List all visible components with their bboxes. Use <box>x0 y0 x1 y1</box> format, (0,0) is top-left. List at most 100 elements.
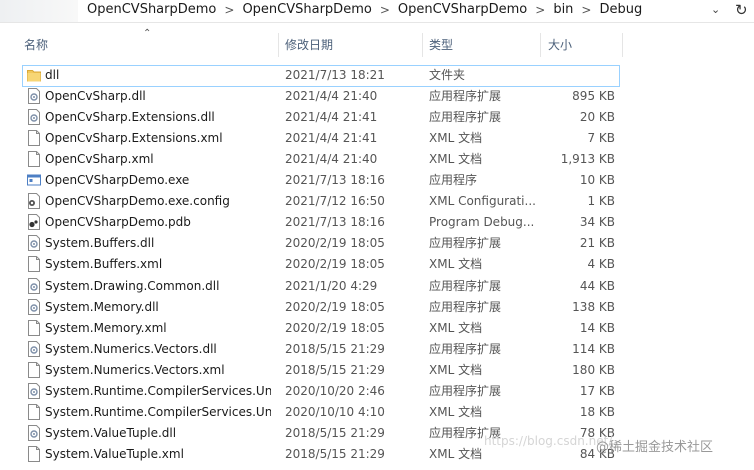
xml-icon <box>27 319 41 336</box>
file-size: 114 KB <box>572 341 615 356</box>
xml-icon <box>27 130 41 147</box>
file-row[interactable]: System.Numerics.Vectors.dll 2018/5/15 21:… <box>0 339 754 360</box>
watermark-url: https://blog.csdn.net/ <box>484 434 613 448</box>
breadcrumb-item-3[interactable]: bin <box>553 2 573 17</box>
file-type: 文件夹 <box>429 68 466 82</box>
config-icon <box>27 193 41 210</box>
breadcrumb-item-2[interactable]: OpenCVSharpDemo <box>398 2 527 17</box>
file-type: 应用程序扩展 <box>429 299 502 314</box>
dll-icon <box>27 298 41 315</box>
address-bar-blurred-area <box>0 0 78 22</box>
file-row[interactable]: System.Buffers.dll 2020/2/19 18:05 应用程序扩展 2… <box>0 233 754 254</box>
breadcrumb-item-0[interactable]: OpenCVSharpDemo <box>87 2 216 17</box>
file-date: 2021/4/4 21:41 <box>285 110 378 125</box>
file-type: XML 文档 <box>429 362 483 377</box>
refresh-icon[interactable]: ↻ <box>735 1 748 19</box>
watermark-brand: @稀土掘金技术社区 <box>596 440 714 455</box>
file-size: 17 KB <box>579 383 615 398</box>
xml-icon <box>27 361 41 378</box>
dll-icon <box>27 277 41 294</box>
file-name: OpenCvSharp.dll <box>45 89 146 104</box>
file-size: 21 KB <box>579 236 615 251</box>
column-header-row: ⌃ 名称 修改日期 类型 大小 <box>0 28 754 60</box>
file-type: Program Debug... <box>429 215 535 230</box>
file-date: 2021/7/13 18:21 <box>285 68 385 82</box>
file-row[interactable]: System.Memory.xml 2020/2/19 18:05 XML 文档 14… <box>0 318 754 339</box>
file-type: 应用程序扩展 <box>429 110 502 125</box>
xml-icon <box>27 151 41 168</box>
breadcrumb-item-4[interactable]: Debug <box>599 2 642 17</box>
column-divider[interactable] <box>540 33 541 57</box>
file-type: 应用程序扩展 <box>429 278 502 293</box>
file-row[interactable]: OpenCvSharp.dll 2021/4/4 21:40 应用程序扩展 895 K… <box>0 86 754 107</box>
file-date: 2020/2/19 18:05 <box>285 257 385 272</box>
file-name: System.Memory.dll <box>45 299 159 314</box>
column-divider[interactable] <box>422 33 423 57</box>
file-size: 34 KB <box>579 215 615 230</box>
file-name: System.Buffers.xml <box>45 257 163 272</box>
file-date: 2021/4/4 21:41 <box>285 131 378 146</box>
file-size: 14 KB <box>579 320 615 335</box>
file-type: XML 文档 <box>429 404 483 419</box>
sort-ascending-icon: ⌃ <box>143 28 152 39</box>
column-header-date[interactable]: 修改日期 <box>285 30 333 60</box>
file-size: 180 KB <box>572 362 615 377</box>
file-type: XML 文档 <box>429 152 483 167</box>
column-divider[interactable] <box>622 33 623 57</box>
file-row[interactable]: OpenCVSharpDemo.exe.config 2021/7/12 16:5… <box>0 191 754 212</box>
file-row[interactable]: System.Runtime.CompilerServices.Un... 202… <box>0 381 754 402</box>
file-type: 应用程序 <box>429 173 478 188</box>
file-row[interactable]: System.Runtime.CompilerServices.Un... 202… <box>0 402 754 423</box>
file-row[interactable]: System.Buffers.xml 2020/2/19 18:05 XML 文档 4… <box>0 254 754 275</box>
file-size: 1,913 KB <box>560 152 615 167</box>
breadcrumb: OpenCVSharpDemo > OpenCVSharpDemo > Open… <box>87 2 642 17</box>
address-bar[interactable]: OpenCVSharpDemo > OpenCVSharpDemo > Open… <box>0 0 754 23</box>
xml-icon <box>27 256 41 273</box>
file-row[interactable]: System.Drawing.Common.dll 2021/1/20 4:29 应… <box>0 276 754 297</box>
file-row[interactable]: OpenCvSharp.Extensions.dll 2021/4/4 21:41… <box>0 107 754 128</box>
dll-icon <box>27 109 41 126</box>
file-type: XML 文档 <box>429 446 483 461</box>
column-header-size[interactable]: 大小 <box>548 30 572 60</box>
file-name: System.Runtime.CompilerServices.Un... <box>45 383 271 398</box>
file-row[interactable]: OpenCVSharpDemo.pdb 2021/7/13 18:16 Progra… <box>0 212 754 233</box>
address-dropdown-chevron-icon[interactable]: ⌄ <box>711 3 720 16</box>
file-type: 应用程序扩展 <box>429 89 502 104</box>
column-header-name[interactable]: 名称 <box>24 30 48 60</box>
file-date: 2021/1/20 4:29 <box>285 278 378 293</box>
file-row[interactable]: System.Memory.dll 2020/2/19 18:05 应用程序扩展 13… <box>0 297 754 318</box>
breadcrumb-separator-icon: > <box>224 2 235 17</box>
file-date: 2018/5/15 21:29 <box>285 362 385 377</box>
column-header-type[interactable]: 类型 <box>429 30 453 60</box>
file-row[interactable]: OpenCvSharp.Extensions.xml 2021/4/4 21:41… <box>0 128 754 149</box>
file-type: 应用程序扩展 <box>429 341 502 356</box>
file-type: XML 文档 <box>429 131 483 146</box>
file-date: 2021/7/12 16:50 <box>285 194 385 209</box>
file-name: OpenCVSharpDemo.exe <box>45 173 190 188</box>
file-type: 应用程序扩展 <box>429 236 502 251</box>
file-name: OpenCvSharp.Extensions.dll <box>45 110 215 125</box>
dll-icon <box>27 340 41 357</box>
file-type: XML 文档 <box>429 257 483 272</box>
dll-icon <box>27 424 41 441</box>
file-row[interactable]: OpenCVSharpDemo.exe 2021/7/13 18:16 应用程序 10… <box>0 170 754 191</box>
file-size: 7 KB <box>587 131 615 146</box>
file-row[interactable]: OpenCvSharp.xml 2021/4/4 21:40 XML 文档 1,913… <box>0 149 754 170</box>
file-size: 10 KB <box>579 173 615 188</box>
breadcrumb-item-1[interactable]: OpenCVSharpDemo <box>242 2 371 17</box>
file-name: OpenCvSharp.xml <box>45 152 154 167</box>
file-row[interactable]: dll 2021/7/13 18:21 文件夹 <box>0 65 754 87</box>
file-date: 2018/5/15 21:29 <box>285 446 385 461</box>
column-divider[interactable] <box>278 33 279 57</box>
file-name: System.Numerics.Vectors.dll <box>45 341 217 356</box>
file-size: 1 KB <box>587 194 615 209</box>
file-size: 895 KB <box>572 89 615 104</box>
file-name: System.Runtime.CompilerServices.Un... <box>45 404 271 419</box>
dll-icon <box>27 88 41 105</box>
breadcrumb-separator-icon: > <box>535 2 546 17</box>
file-name: System.ValueTuple.xml <box>45 446 184 461</box>
file-name: OpenCVSharpDemo.pdb <box>45 215 191 230</box>
file-type: 应用程序扩展 <box>429 383 502 398</box>
file-name: System.Memory.xml <box>45 320 167 335</box>
file-row[interactable]: System.Numerics.Vectors.xml 2018/5/15 21:… <box>0 360 754 381</box>
